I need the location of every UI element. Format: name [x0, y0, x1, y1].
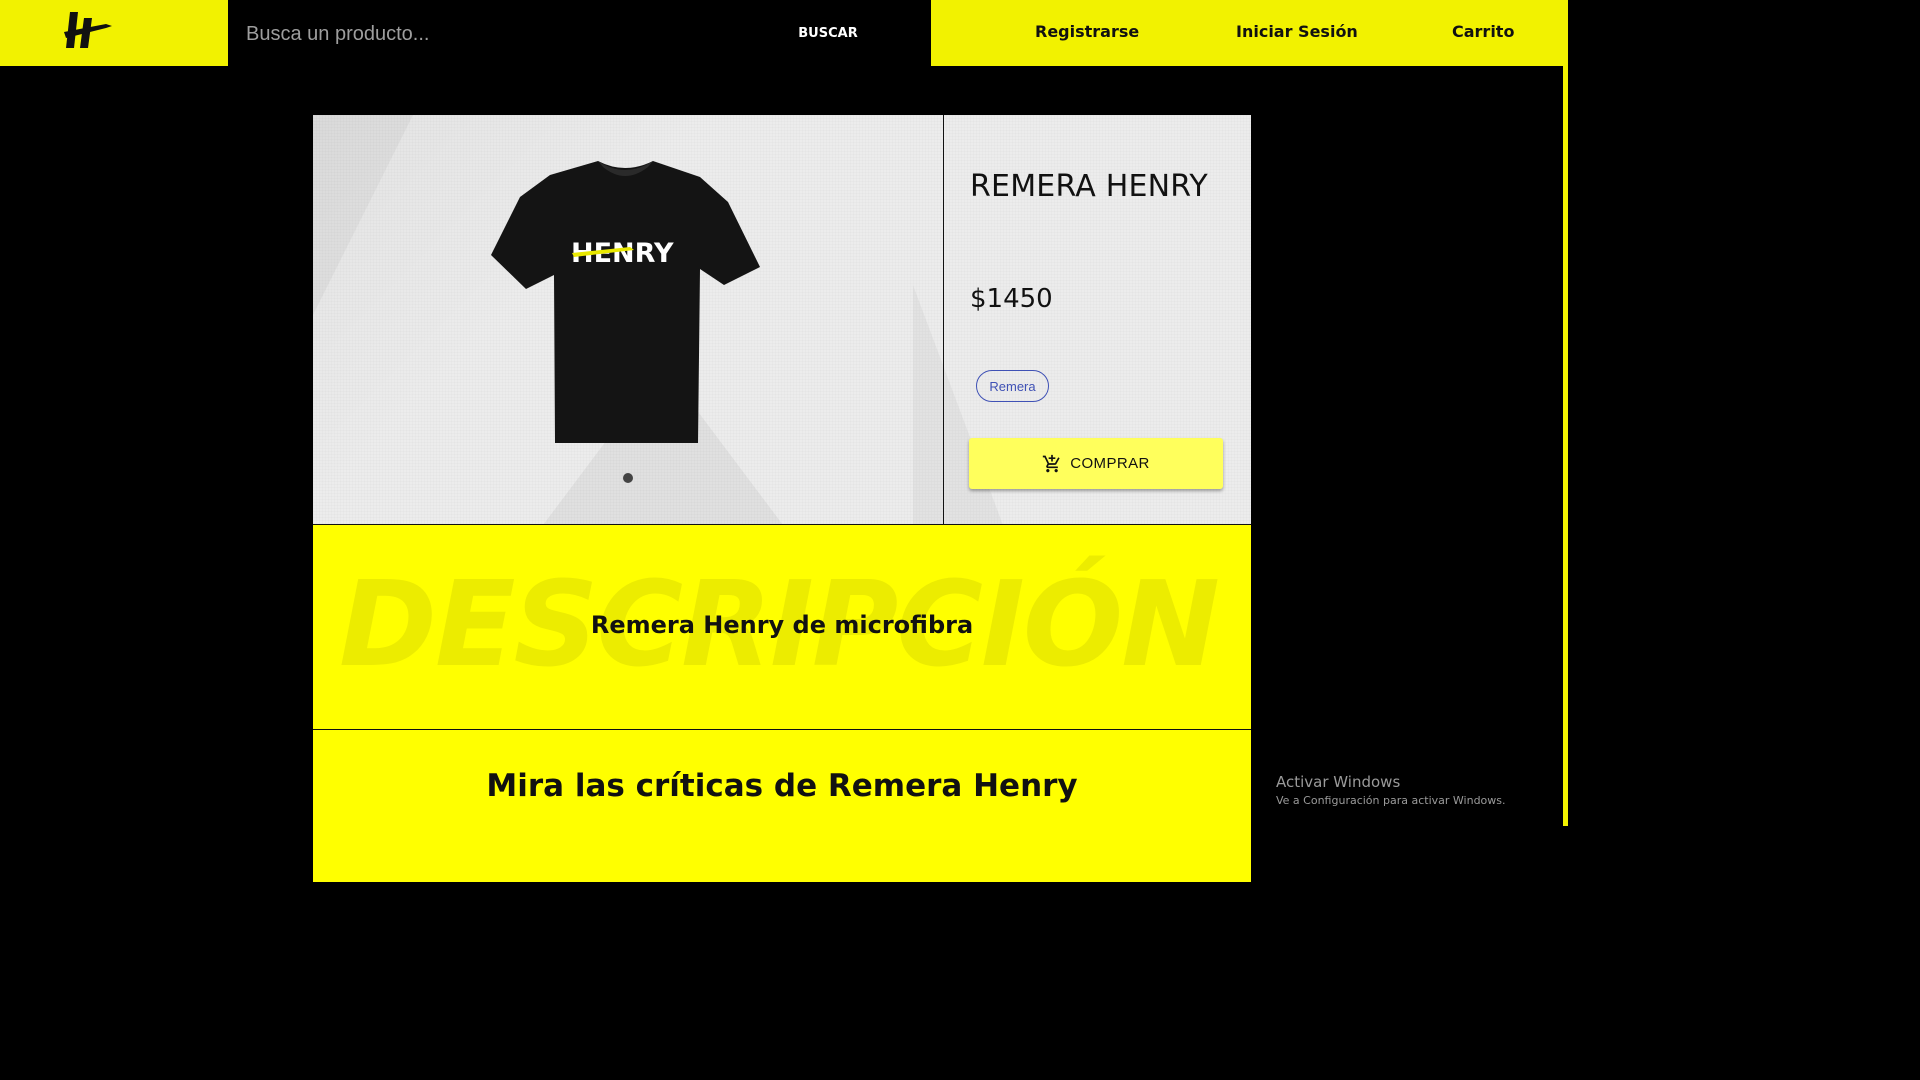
henry-logo-icon[interactable] [62, 10, 114, 50]
buy-button[interactable]: COMPRAR [969, 438, 1223, 489]
bg-shape [313, 115, 413, 315]
logo-container[interactable] [0, 0, 228, 66]
search-bar: BUSCAR [228, 0, 931, 66]
reviews-title: Mira las críticas de Remera Henry [486, 768, 1078, 804]
add-to-cart-icon [1043, 454, 1060, 472]
top-navbar: BUSCAR Registrarse Iniciar Sesión Carrit… [0, 0, 1568, 66]
carousel-dot[interactable] [623, 473, 633, 483]
product-image: HENRY [488, 157, 763, 452]
description-text: Remera Henry de microfibra [590, 611, 974, 639]
card-divider [943, 115, 944, 524]
nav-menu: Registrarse Iniciar Sesión Carrito [931, 0, 1563, 66]
reviews-section: Mira las críticas de Remera Henry [313, 729, 1251, 882]
product-card: HENRY REMERA HENRY $1450 Remera COMPRAR [313, 115, 1251, 525]
description-section: DESCRIPCIÓN Remera Henry de microfibra [313, 524, 1251, 729]
activation-subtitle: Ve a Configuración para activar Windows. [1276, 794, 1506, 807]
cart-link[interactable]: Carrito [1452, 22, 1514, 41]
buy-button-label: COMPRAR [1070, 455, 1150, 472]
right-edge-strip [1563, 0, 1568, 826]
activation-title: Activar Windows [1276, 773, 1401, 791]
product-title: REMERA HENRY [970, 169, 1208, 204]
login-link[interactable]: Iniciar Sesión [1236, 22, 1358, 41]
search-input[interactable] [246, 17, 746, 51]
search-button[interactable]: BUSCAR [788, 20, 868, 46]
windows-activation-notice: Activar Windows Ve a Configuración para … [1276, 773, 1506, 807]
register-link[interactable]: Registrarse [1035, 22, 1139, 41]
product-price: $1450 [970, 284, 1053, 314]
tshirt-image: HENRY [491, 161, 760, 443]
bg-shape [913, 285, 1003, 525]
category-chip[interactable]: Remera [976, 370, 1049, 402]
